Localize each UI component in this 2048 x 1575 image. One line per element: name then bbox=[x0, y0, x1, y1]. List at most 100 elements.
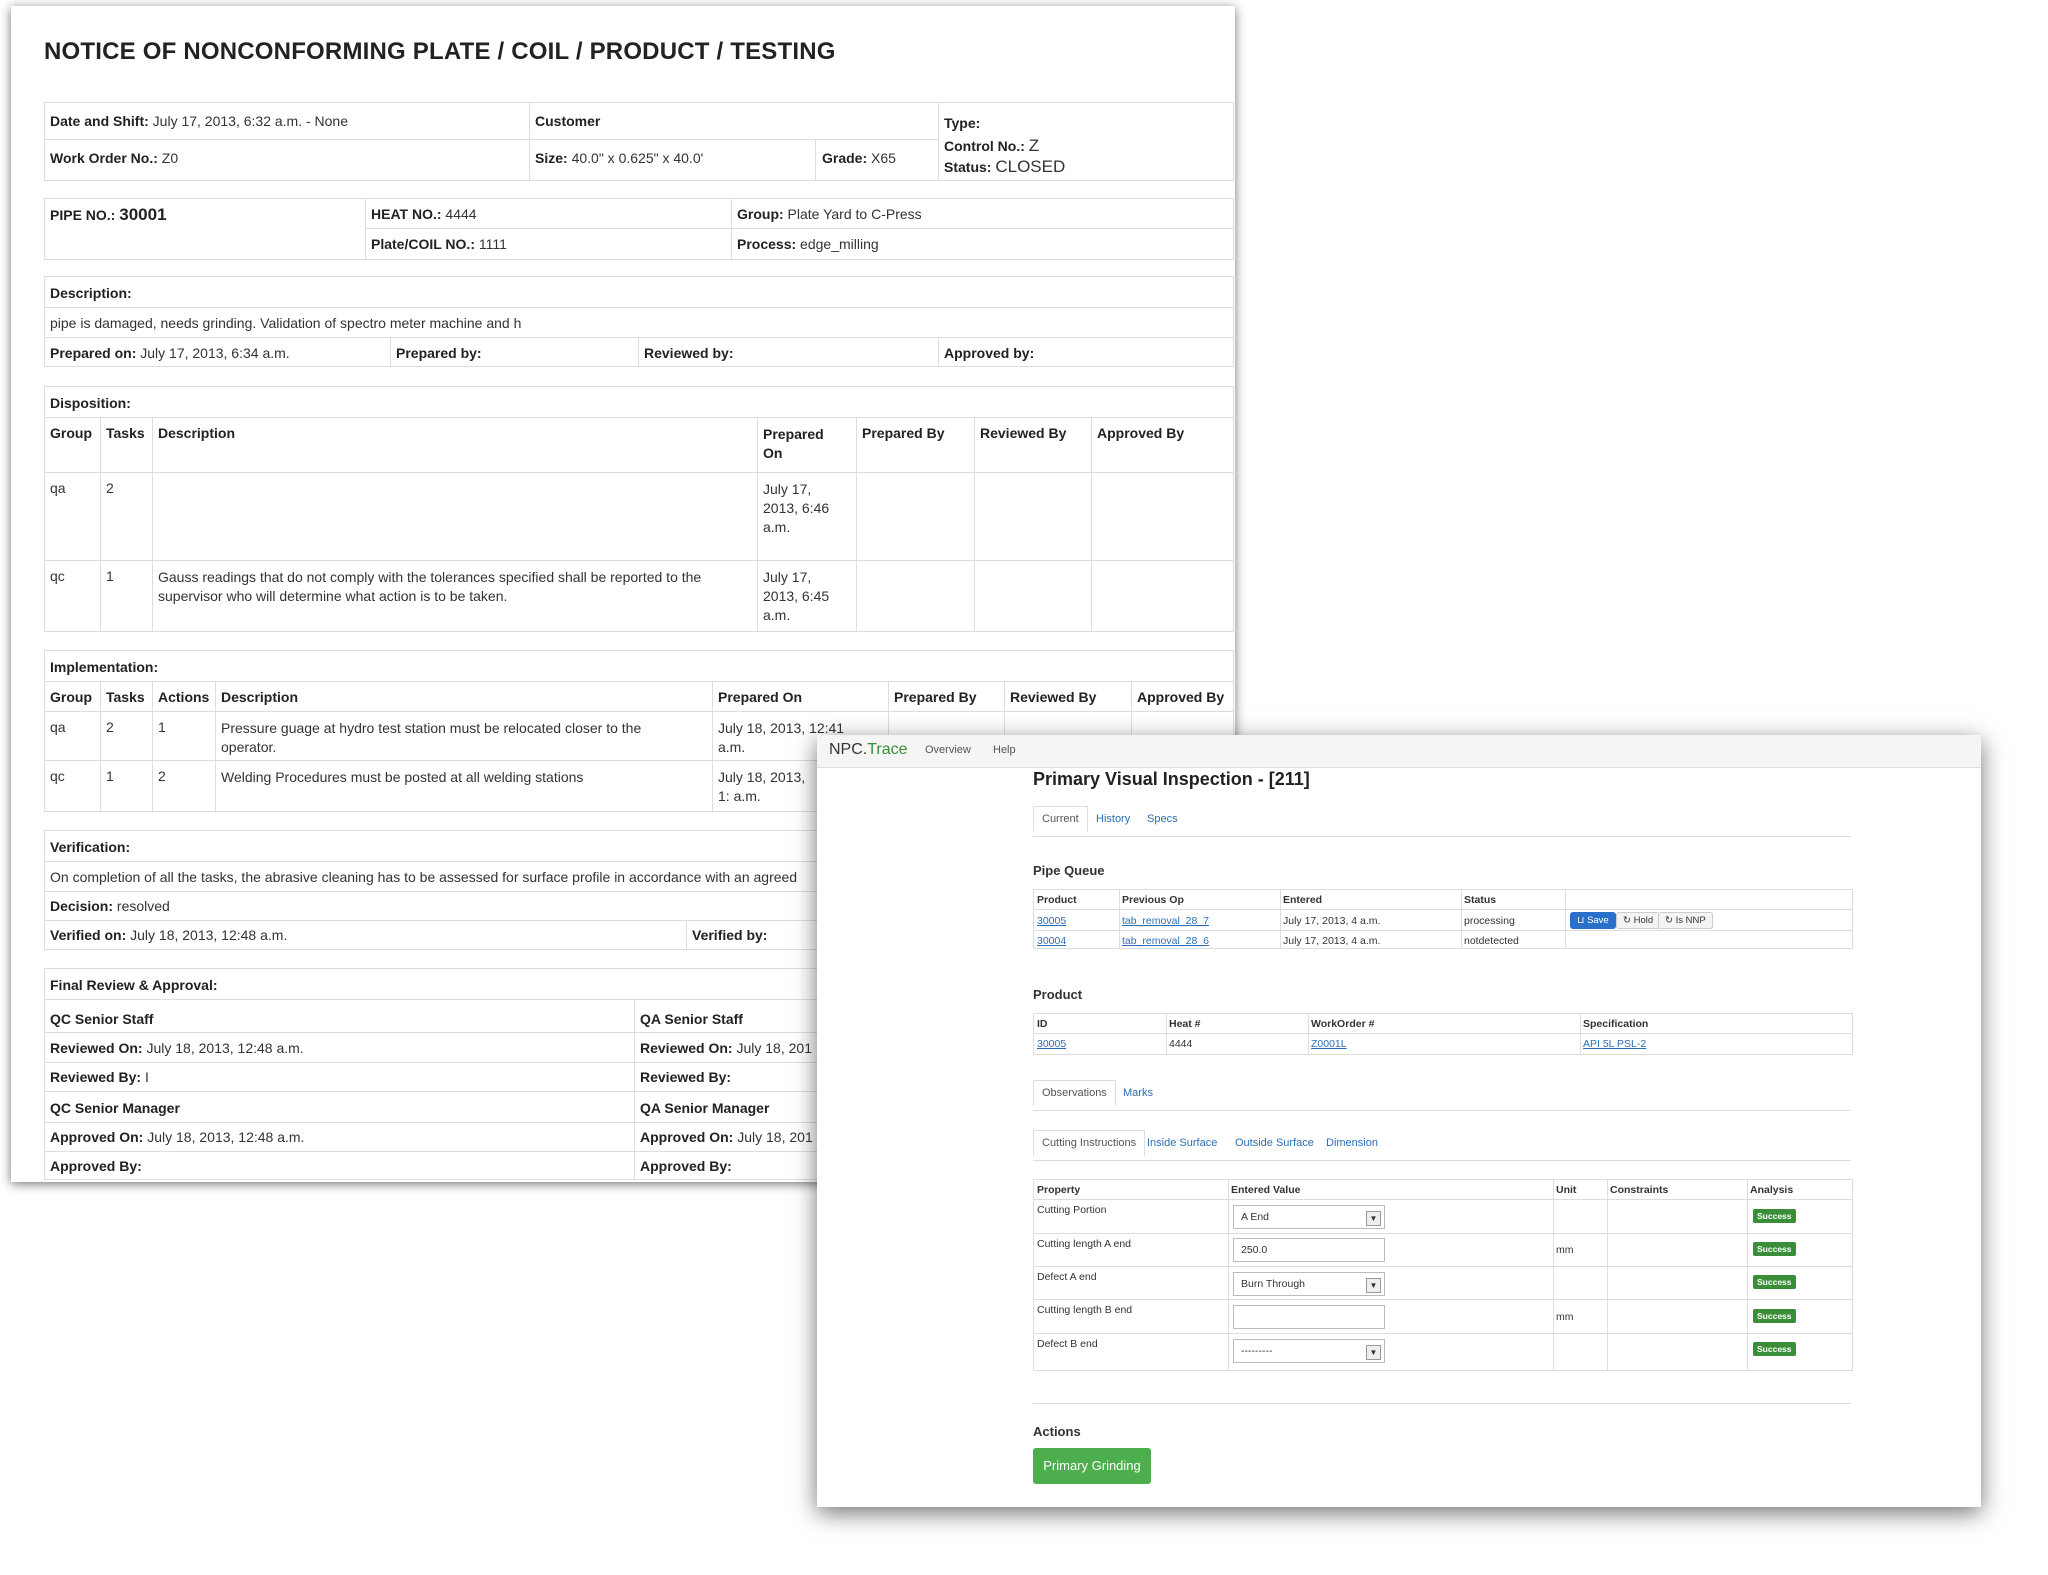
tab-marks[interactable]: Marks bbox=[1123, 1087, 1153, 1099]
tab-current[interactable]: Current bbox=[1033, 806, 1088, 832]
disposition-box: Disposition: Group Tasks Description Pre… bbox=[44, 386, 1234, 632]
work-order-value: Z0 bbox=[161, 150, 179, 166]
tab-dimension[interactable]: Dimension bbox=[1326, 1137, 1378, 1149]
queue-row1-previous-op[interactable]: tab_removal_28_7 bbox=[1122, 915, 1209, 927]
disp-row1-group: qa bbox=[50, 480, 66, 496]
disp-row2-group: qc bbox=[50, 568, 65, 584]
prop-row3-property: Defect A end bbox=[1037, 1271, 1097, 1283]
queue-row2-product[interactable]: 30004 bbox=[1037, 935, 1066, 947]
impl-col-reviewed-by: Reviewed By bbox=[1010, 689, 1097, 705]
queue-row2-previous-op[interactable]: tab_removal_28_6 bbox=[1122, 935, 1209, 947]
primary-grinding-button[interactable]: Primary Grinding bbox=[1033, 1448, 1151, 1484]
queue-col-entered: Entered bbox=[1283, 894, 1323, 906]
plate-no-value: 1111 bbox=[478, 236, 507, 252]
description-label: Description: bbox=[50, 285, 132, 301]
verification-label: Verification: bbox=[50, 839, 131, 855]
queue-col-status: Status bbox=[1464, 894, 1497, 906]
nav-help[interactable]: Help bbox=[993, 744, 1016, 756]
impl-col-actions: Actions bbox=[158, 689, 210, 705]
navbar: NPC.Trace Overview Help bbox=[817, 735, 1981, 768]
header-box: Date and Shift: July 17, 2013, 6:32 a.m.… bbox=[44, 102, 1234, 181]
impl-col-prepared-on: Prepared On bbox=[718, 689, 803, 705]
tab-inside-surface[interactable]: Inside Surface bbox=[1147, 1137, 1217, 1149]
tab-specs[interactable]: Specs bbox=[1147, 813, 1178, 825]
verified-by-label: Verified by: bbox=[692, 927, 768, 943]
disp-col-prepared-by: Prepared By bbox=[862, 425, 945, 441]
defect-a-select[interactable]: Burn Through ▼ bbox=[1233, 1272, 1385, 1296]
plate-no-label: Plate/COIL NO.: bbox=[371, 236, 475, 252]
control-label: Control No.: bbox=[944, 138, 1025, 154]
product-heat: 4444 bbox=[1169, 1038, 1193, 1050]
impl-row2-actions: 2 bbox=[158, 768, 166, 784]
qc-approved-on-label: Approved On: bbox=[50, 1129, 144, 1145]
prop-row2-analysis: Success bbox=[1753, 1242, 1796, 1256]
disp-row1-prepared-on: July 17, 2013, 6:46 a.m. bbox=[763, 481, 830, 535]
cutting-portion-select[interactable]: A End ▼ bbox=[1233, 1205, 1385, 1229]
grade-value: X65 bbox=[871, 150, 896, 166]
defect-b-select[interactable]: --------- ▼ bbox=[1233, 1339, 1385, 1363]
save-button[interactable]: ⊔ Save bbox=[1570, 912, 1616, 929]
hold-button[interactable]: ↻ Hold bbox=[1616, 912, 1661, 929]
qa-reviewed-on-value: July 18, 201 bbox=[736, 1040, 812, 1056]
type-label: Type: bbox=[944, 115, 981, 131]
product-col-id: ID bbox=[1037, 1018, 1048, 1030]
queue-row1-status: processing bbox=[1464, 915, 1515, 927]
queue-row1-product[interactable]: 30005 bbox=[1037, 915, 1066, 927]
queue-col-previous-op: Previous Op bbox=[1122, 894, 1184, 906]
queue-row2-entered: July 17, 2013, 4 a.m. bbox=[1283, 935, 1381, 947]
prop-row2-property: Cutting length A end bbox=[1037, 1238, 1131, 1250]
is-nnp-button[interactable]: ↻ Is NNP bbox=[1658, 912, 1713, 929]
refresh-icon: ↻ bbox=[1665, 915, 1676, 926]
impl-row1-actions: 1 bbox=[158, 719, 166, 735]
cutting-length-b-input[interactable] bbox=[1233, 1305, 1385, 1329]
impl-col-tasks: Tasks bbox=[106, 689, 145, 705]
impl-row1-group: qa bbox=[50, 719, 66, 735]
pipe-queue-title: Pipe Queue bbox=[1033, 863, 1105, 878]
npc-trace-window: NPC.Trace Overview Help Primary Visual I… bbox=[817, 735, 1981, 1507]
tab-cutting-instructions[interactable]: Cutting Instructions bbox=[1033, 1130, 1146, 1156]
heat-no-value: 4444 bbox=[445, 206, 477, 222]
product-table: ID Heat # WorkOrder # Specification 3000… bbox=[1033, 1013, 1853, 1055]
brand-logo[interactable]: NPC.Trace bbox=[829, 741, 908, 759]
tab-observations[interactable]: Observations bbox=[1033, 1080, 1116, 1106]
pipe-no-label: PIPE NO.: bbox=[50, 207, 116, 223]
impl-row2-tasks: 1 bbox=[106, 768, 114, 784]
tab-history[interactable]: History bbox=[1096, 813, 1130, 825]
group-value: Plate Yard to C-Press bbox=[787, 206, 922, 222]
disp-row1-tasks: 2 bbox=[106, 480, 114, 496]
prepared-on-label: Prepared on: bbox=[50, 345, 137, 361]
decision-value: resolved bbox=[116, 898, 170, 914]
impl-row2-description: Welding Procedures must be posted at all… bbox=[221, 769, 584, 785]
observation-tabs: Observations Marks bbox=[1033, 1080, 1851, 1111]
qc-approved-by-label: Approved By: bbox=[50, 1158, 142, 1174]
qc-reviewed-by-label: Reviewed By: bbox=[50, 1069, 142, 1085]
qa-approved-on-value: July 18, 201 bbox=[737, 1129, 813, 1145]
disposition-label: Disposition: bbox=[50, 395, 131, 411]
prepared-on-value: July 17, 2013, 6:34 a.m. bbox=[140, 345, 290, 361]
qa-reviewed-on-label: Reviewed On: bbox=[640, 1040, 733, 1056]
control-value: Z bbox=[1028, 136, 1040, 155]
prop-col-constraints: Constraints bbox=[1610, 1184, 1669, 1196]
product-workorder[interactable]: Z0001L bbox=[1311, 1038, 1347, 1050]
process-label: Process: bbox=[737, 236, 797, 252]
disp-col-tasks: Tasks bbox=[106, 425, 145, 441]
qc-senior-manager: QC Senior Manager bbox=[50, 1100, 180, 1116]
prop-row1-property: Cutting Portion bbox=[1037, 1204, 1107, 1216]
product-id[interactable]: 30005 bbox=[1037, 1038, 1066, 1050]
cutting-length-a-input[interactable]: 250.0 bbox=[1233, 1238, 1385, 1262]
tab-outside-surface[interactable]: Outside Surface bbox=[1235, 1137, 1314, 1149]
impl-row1-tasks: 2 bbox=[106, 719, 114, 735]
nav-overview[interactable]: Overview bbox=[925, 744, 971, 756]
verified-on-value: July 18, 2013, 12:48 a.m. bbox=[130, 927, 288, 943]
product-specification[interactable]: API 5L PSL-2 bbox=[1583, 1038, 1646, 1050]
prop-col-entered-value: Entered Value bbox=[1231, 1184, 1301, 1196]
prop-row5-analysis: Success bbox=[1753, 1342, 1796, 1356]
main-tabs: Current History Specs bbox=[1033, 806, 1851, 837]
disp-row2-tasks: 1 bbox=[106, 568, 114, 584]
heat-no-label: HEAT NO.: bbox=[371, 206, 442, 222]
impl-col-group: Group bbox=[50, 689, 92, 705]
prop-row4-analysis: Success bbox=[1753, 1309, 1796, 1323]
status-label: Status: bbox=[944, 159, 992, 175]
queue-row2-status: notdetected bbox=[1464, 935, 1519, 947]
pipe-box: PIPE NO.: 30001 HEAT NO.: 4444 Group: Pl… bbox=[44, 198, 1234, 260]
